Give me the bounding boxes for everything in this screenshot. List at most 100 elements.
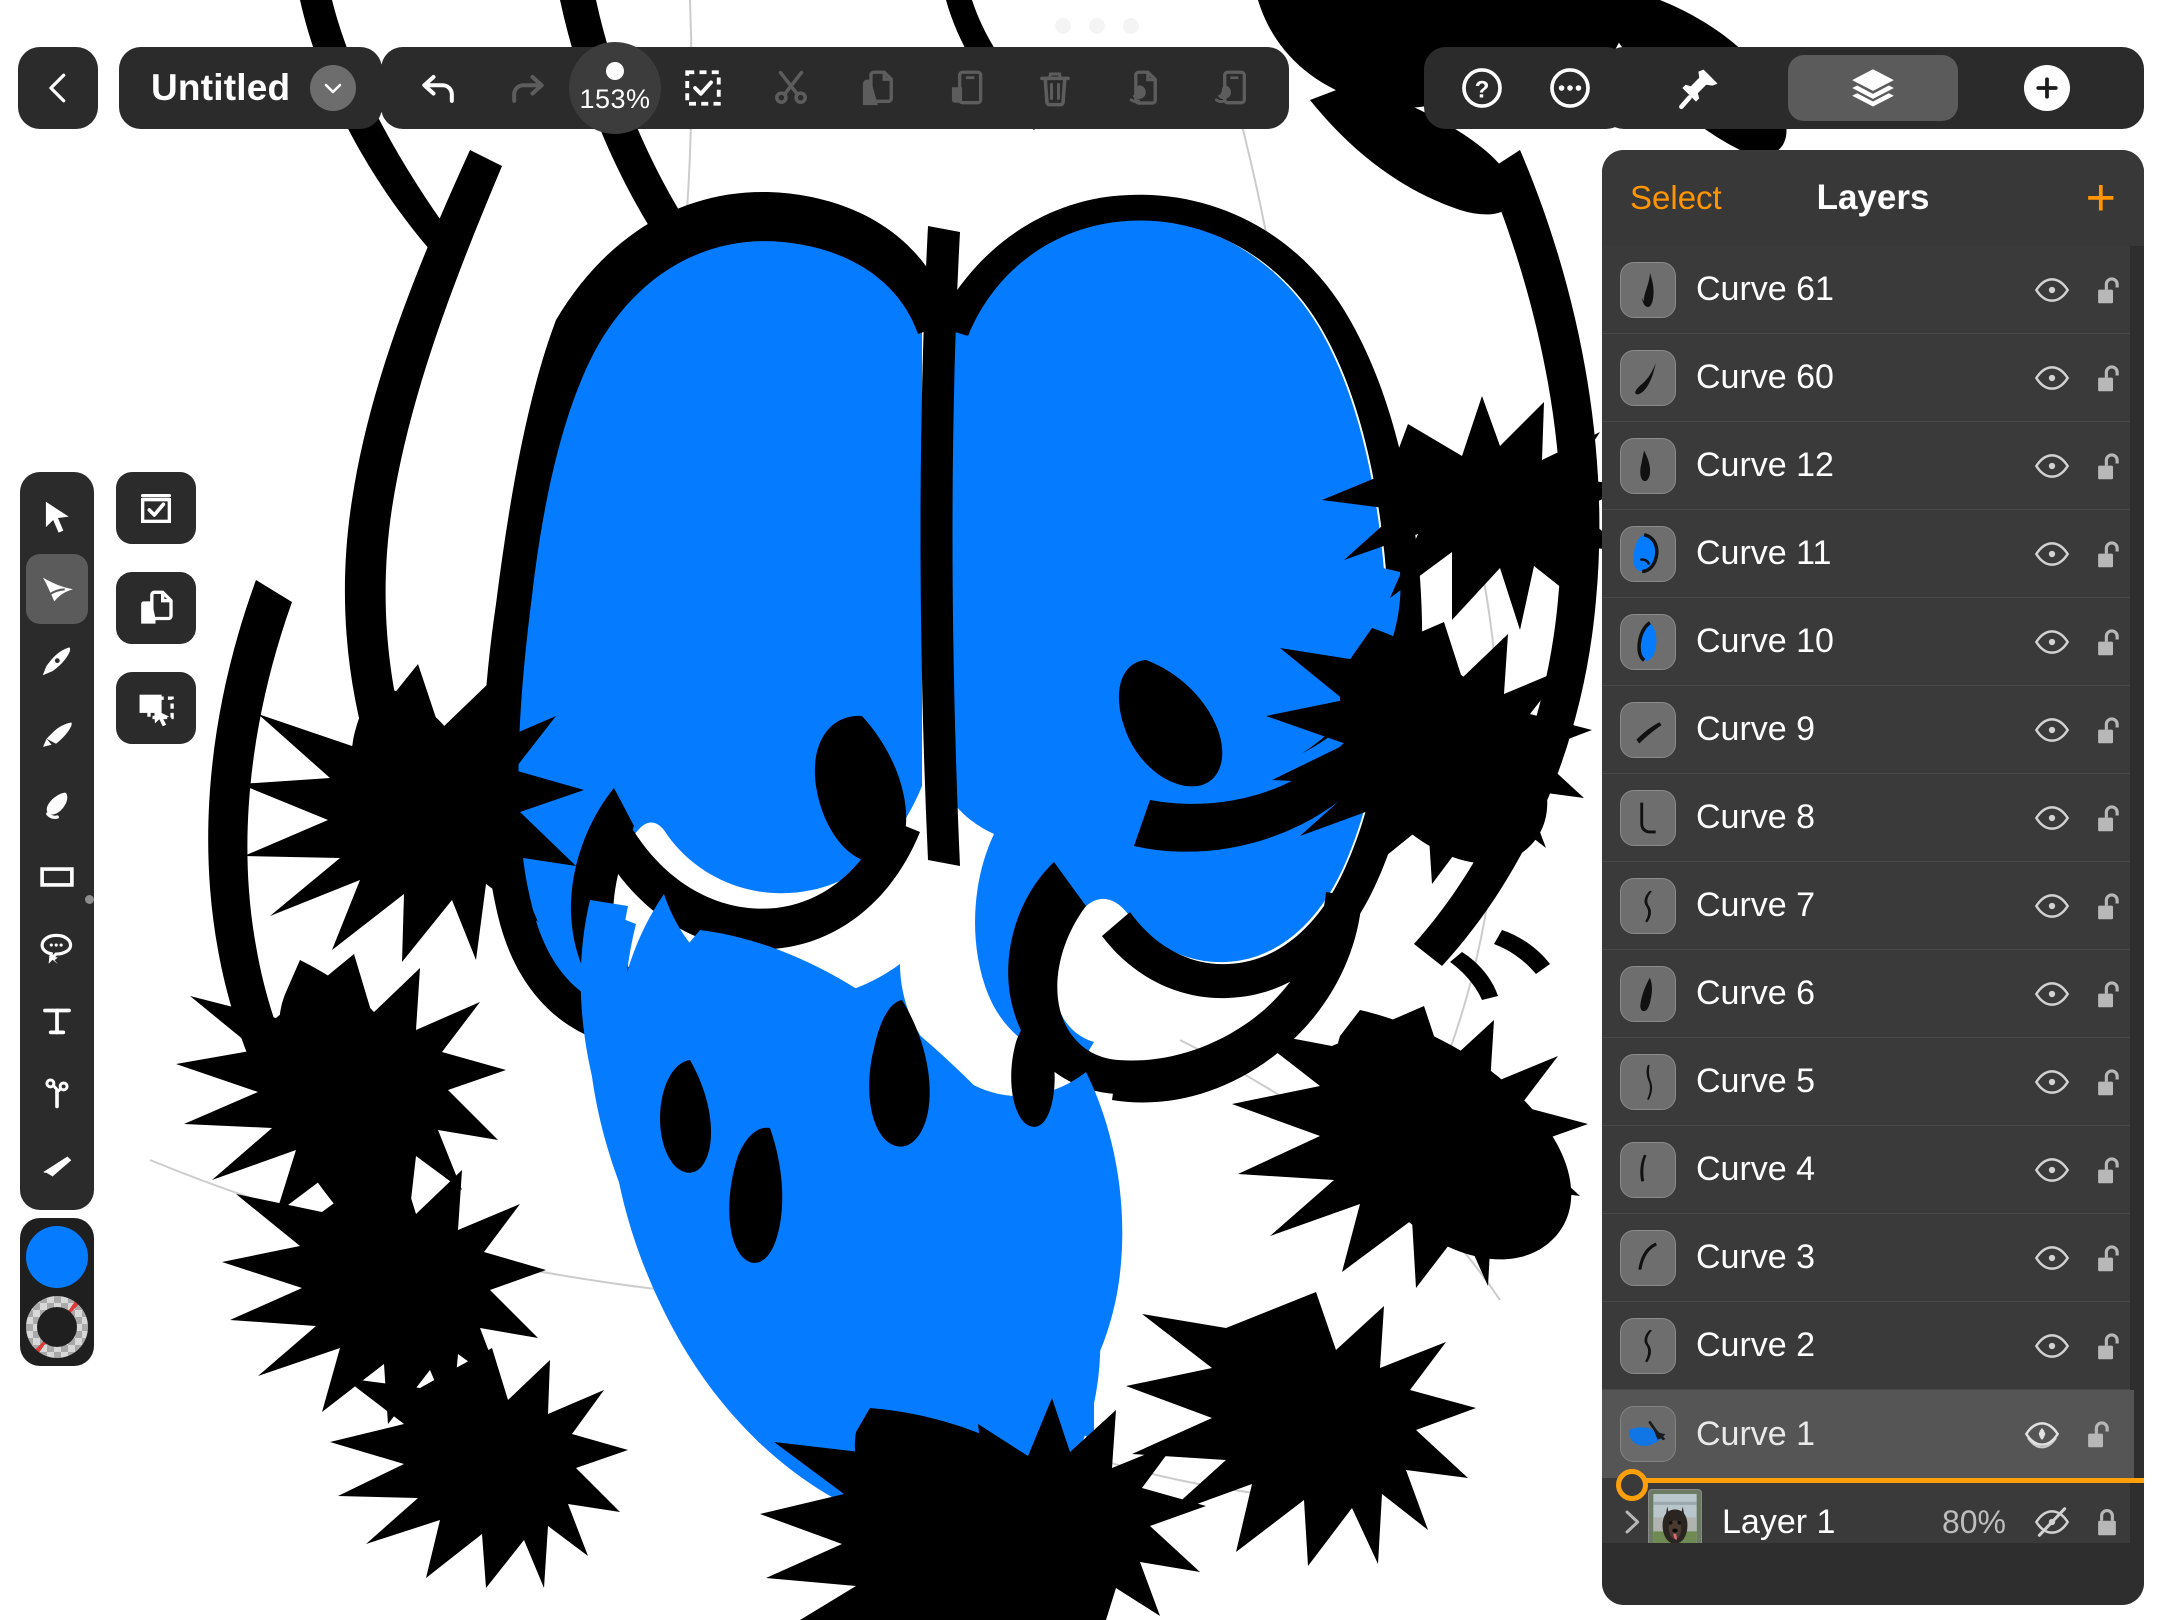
layer-visibility-toggle[interactable] (2024, 1238, 2080, 1278)
layer-visibility-toggle[interactable] (2024, 886, 2080, 926)
layer-row[interactable]: Curve 12 (1602, 422, 2144, 510)
cut-button[interactable] (747, 47, 835, 129)
layer-thumbnail (1620, 789, 1676, 846)
copy-button[interactable] (835, 47, 923, 129)
paste-style-icon (1129, 70, 1157, 105)
select-all-icon (685, 70, 721, 106)
layer-visibility-toggle[interactable] (2024, 358, 2080, 398)
redo-button[interactable] (483, 47, 571, 129)
layer-list[interactable]: Curve 61 Curve 60 Curve 12 Curve 11 Curve 10… (1602, 246, 2144, 1543)
layer-row[interactable]: Curve 11 (1602, 510, 2144, 598)
transform-button[interactable] (116, 672, 196, 744)
knife-tool[interactable] (26, 1058, 88, 1128)
grabber-dot (1123, 18, 1139, 34)
layer-visibility-toggle[interactable] (2024, 974, 2080, 1014)
layer-row[interactable]: Curve 4 (1602, 1126, 2144, 1214)
chevron-left-icon (49, 73, 66, 103)
rectangle-icon (40, 867, 74, 887)
layer-row[interactable]: Curve 3 (1602, 1214, 2144, 1302)
pen-tool[interactable] (26, 626, 88, 696)
pencil-tool[interactable] (26, 698, 88, 768)
pin-tool-button[interactable] (1614, 55, 1784, 121)
duplicate-icon (141, 590, 173, 624)
layer-visibility-toggle[interactable] (2024, 710, 2080, 750)
lasso-tool[interactable] (26, 914, 88, 984)
layer-row[interactable]: Curve 60 (1602, 334, 2144, 422)
layer-name: Curve 10 (1696, 622, 1834, 660)
add-layer-button[interactable]: + (2086, 172, 2116, 225)
layer-name: Curve 9 (1696, 710, 1816, 748)
layer-thumbnail (1621, 1230, 1675, 1286)
paste-button[interactable] (923, 47, 1011, 129)
layer-visibility-toggle[interactable] (2024, 798, 2080, 838)
layer-name: Curve 4 (1696, 1150, 1816, 1188)
paste-style-button[interactable] (1099, 47, 1187, 129)
eye-icon (2034, 629, 2070, 654)
text-icon (43, 1008, 71, 1035)
lock-open-icon (2098, 1068, 2119, 1095)
window-grabber[interactable] (1055, 18, 1139, 34)
layer-name: Curve 60 (1696, 358, 1834, 396)
help-button[interactable]: ? (1438, 47, 1526, 129)
duplicate-button[interactable] (116, 572, 196, 644)
layer-row[interactable]: Curve 6 (1602, 950, 2144, 1038)
layer-row[interactable]: Curve 13 (1602, 1390, 2144, 1478)
eraser-tool[interactable] (26, 1130, 88, 1200)
delete-button[interactable] (1011, 47, 1099, 129)
layer-visibility-toggle[interactable] (2024, 1326, 2080, 1366)
brush-tool[interactable] (26, 770, 88, 840)
undo-button[interactable] (395, 47, 483, 129)
layer-row[interactable]: Curve 61 (1602, 246, 2144, 334)
eye-icon (2034, 1333, 2070, 1358)
layer-visibility-toggle[interactable] (2024, 534, 2080, 574)
layer-visibility-toggle[interactable] (2024, 1150, 2080, 1190)
layer-row[interactable]: Curve 10 (1602, 598, 2144, 686)
layer-row[interactable]: Curve 9 (1602, 686, 2144, 774)
layer-row[interactable]: Curve 8 (1602, 774, 2144, 862)
copy-icon (862, 70, 893, 106)
text-tool[interactable] (26, 986, 88, 1056)
layer-thumbnail (1620, 1405, 1676, 1462)
layer-drop-indicator (1616, 1469, 2144, 1501)
layer-visibility-toggle[interactable] (2024, 1502, 2080, 1542)
more-options-button[interactable] (1526, 47, 1614, 129)
layer-name: Curve 13 (1696, 1414, 1834, 1452)
undo-icon (422, 74, 454, 103)
layer-row[interactable]: Curve 5 (1602, 1038, 2144, 1126)
select-all-button[interactable] (659, 47, 747, 129)
plus-circle-icon (2024, 65, 2070, 111)
paste-inside-button[interactable] (1187, 47, 1275, 129)
layer-row[interactable]: Curve 2 (1602, 1302, 2144, 1390)
layer-list-scrollbar[interactable] (2130, 246, 2144, 1543)
eye-icon (2034, 805, 2070, 830)
paste-inside-icon (1214, 70, 1246, 105)
lock-open-icon (2098, 1332, 2119, 1359)
zoom-level-button[interactable]: 153% (569, 42, 661, 134)
fill-colour-swatch[interactable] (26, 1226, 88, 1288)
shape-tool[interactable] (26, 842, 94, 912)
layers-panel-header: Select Layers + (1602, 150, 2144, 246)
layer-thumbnail (1620, 877, 1676, 934)
eye-icon (2034, 1069, 2070, 1094)
add-panel-button[interactable] (1962, 55, 2132, 121)
layer-row[interactable]: Curve 7 (1602, 862, 2144, 950)
stroke-colour-swatch[interactable] (26, 1296, 88, 1358)
layer-thumbnail (1621, 438, 1675, 494)
back-button[interactable] (18, 47, 98, 129)
layer-visibility-toggle[interactable] (2024, 622, 2080, 662)
node-tool[interactable] (26, 554, 88, 624)
background-layer-row[interactable]: Layer 1 80% (1602, 1478, 2144, 1543)
snapping-button[interactable] (116, 472, 196, 544)
chevron-down-icon[interactable] (310, 65, 357, 111)
lock-open-icon (2098, 628, 2119, 655)
layer-visibility-toggle[interactable] (2024, 270, 2080, 310)
select-button[interactable]: Select (1630, 179, 1722, 217)
scissors-icon (775, 70, 807, 104)
document-title-button[interactable]: Untitled (119, 47, 383, 129)
move-tool[interactable] (26, 482, 88, 552)
layer-visibility-toggle[interactable] (2024, 446, 2080, 486)
layer-visibility-toggle[interactable] (2024, 1414, 2080, 1454)
layer-visibility-toggle[interactable] (2024, 1062, 2080, 1102)
layer-name: Curve 5 (1696, 1062, 1816, 1100)
layers-panel-button[interactable] (1788, 55, 1958, 121)
